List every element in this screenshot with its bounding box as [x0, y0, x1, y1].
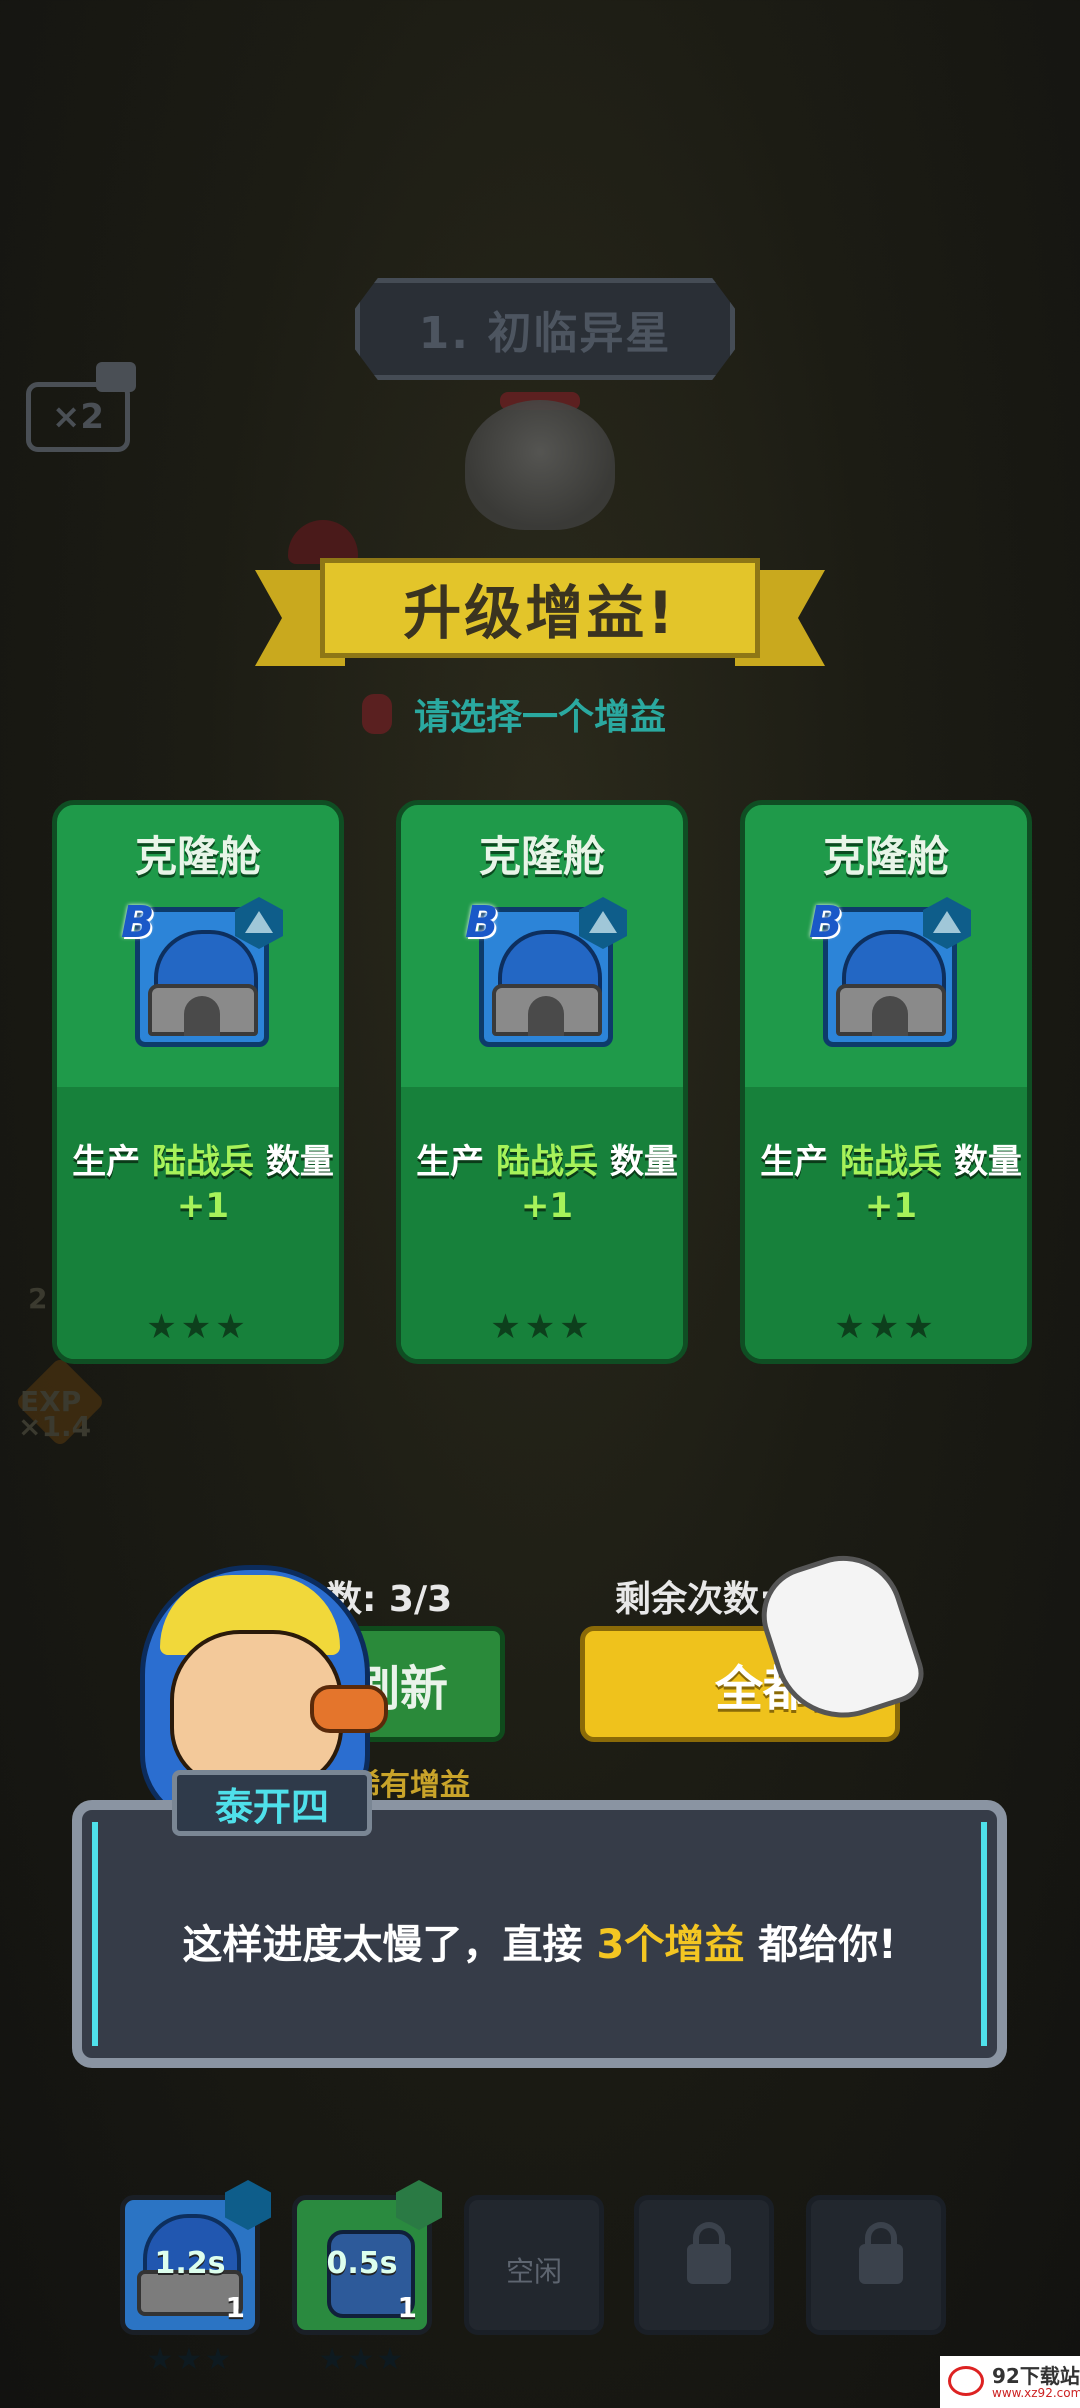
desc-bonus: +1 — [176, 1186, 230, 1226]
choose-buff-subtitle: 请选择一个增益 — [413, 697, 666, 738]
speed-toggle-button[interactable]: ×2 — [26, 382, 130, 452]
dialog-text-before: 这样进度太慢了，直接 — [182, 1922, 597, 1968]
slot-timer: 1.2s — [154, 2246, 226, 2281]
exp-multiplier: ×1.4 — [18, 1410, 92, 1443]
buff-card-title: 克隆舱 — [478, 832, 605, 881]
slot-count: 1 — [397, 2291, 417, 2324]
buff-card-description: 生产 陆战兵 数量 +1 — [411, 1140, 683, 1228]
stage-title-text: 1. 初临异星 — [418, 308, 672, 359]
buff-card-description: 生产 陆战兵 数量 +1 — [755, 1140, 1027, 1228]
dialog-text-highlight: 3个增益 — [596, 1922, 745, 1968]
desc-mid: 数量 — [254, 1142, 334, 1182]
grade-letter: B — [121, 897, 155, 948]
dialog-text-after: 都给你! — [744, 1922, 897, 1968]
door-shape — [184, 996, 220, 1036]
desc-unit-highlight: 陆战兵 — [152, 1142, 254, 1182]
slot-stars: ★★★ — [146, 2342, 234, 2377]
star-rating: ★★★ — [490, 1307, 594, 1347]
side-count: 2 — [28, 1282, 48, 1315]
slot-idle-label: 空闲 — [505, 2255, 562, 2288]
desc-mid: 数量 — [942, 1142, 1022, 1182]
desc-mid: 数量 — [598, 1142, 678, 1182]
watermark-sub: www.xz92.com — [992, 2386, 1080, 2400]
star-rating: ★★★ — [146, 1307, 250, 1347]
buff-card-title: 克隆舱 — [134, 832, 261, 881]
desc-prefix: 生产 — [416, 1142, 496, 1182]
door-shape — [872, 996, 908, 1036]
watermark-title: 92下载站 — [992, 2364, 1080, 2388]
slot-count: 1 — [225, 2291, 245, 2324]
spaceship-base-icon — [465, 400, 615, 530]
buff-card[interactable]: 克隆舱 B 生产 陆战兵 数量 +1 ★★★ — [396, 800, 688, 1364]
watermark-logo-icon — [948, 2366, 984, 2396]
desc-prefix: 生产 — [760, 1142, 840, 1182]
speaker-name: 泰开四 — [214, 1784, 329, 1829]
desc-unit-highlight: 陆战兵 — [840, 1142, 942, 1182]
speaker-name-tag: 泰开四 — [172, 1770, 372, 1836]
stage-title: 1. 初临异星 — [355, 278, 735, 380]
star-rating: ★★★ — [834, 1307, 938, 1347]
desc-prefix: 生产 — [72, 1142, 152, 1182]
slot-timer: 0.5s — [326, 2246, 398, 2281]
upgrade-banner-title: 升级增益! — [403, 579, 677, 647]
buff-card-title: 克隆舱 — [822, 832, 949, 881]
buff-card[interactable]: 克隆舱 B 生产 陆战兵 数量 +1 ★★★ — [52, 800, 344, 1364]
speed-multiplier-label: ×2 — [51, 397, 105, 437]
grade-letter: B — [465, 897, 499, 948]
building-slot-locked[interactable] — [806, 2195, 946, 2335]
buff-card[interactable]: 克隆舱 B 生产 陆战兵 数量 +1 ★★★ — [740, 800, 1032, 1364]
upgrade-banner: 升级增益! — [320, 558, 760, 658]
character-beak — [310, 1685, 388, 1733]
dialog-text: 这样进度太慢了，直接 3个增益 都给你! — [92, 1912, 987, 1970]
desc-bonus: +1 — [864, 1186, 918, 1226]
remaining-count: 剩余次数: — [615, 1579, 774, 1620]
grade-letter: B — [809, 897, 843, 948]
desc-unit-highlight: 陆战兵 — [496, 1142, 598, 1182]
building-slot-idle[interactable]: 空闲 — [464, 2195, 604, 2335]
door-shape — [528, 996, 564, 1036]
desc-bonus: +1 — [520, 1186, 574, 1226]
building-slot-locked[interactable] — [634, 2195, 774, 2335]
buff-card-description: 生产 陆战兵 数量 +1 — [67, 1140, 339, 1228]
slot-stars: ★★★ — [318, 2342, 406, 2377]
lock-icon — [687, 2244, 731, 2284]
video-camera-icon — [96, 362, 136, 392]
lock-icon — [859, 2244, 903, 2284]
